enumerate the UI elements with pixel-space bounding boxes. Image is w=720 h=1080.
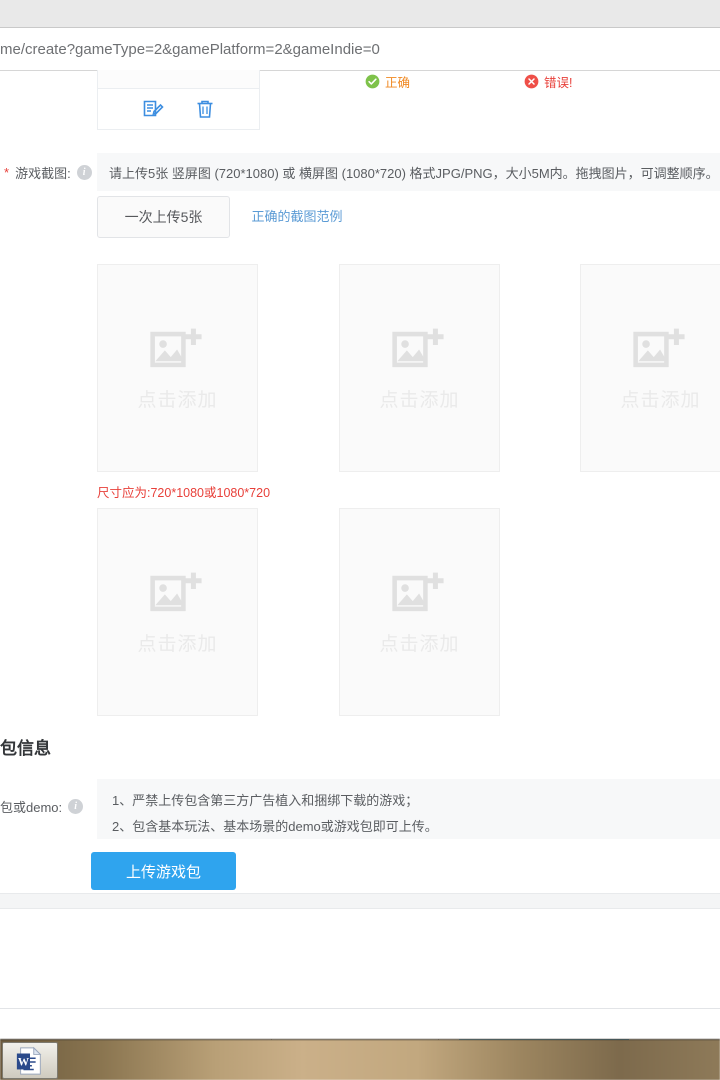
- status-badge-error-label: 错误!: [544, 72, 572, 91]
- svg-text:W: W: [18, 1056, 30, 1068]
- word-document-icon: W: [15, 1046, 45, 1076]
- upload-package-button[interactable]: 上传游戏包: [91, 852, 236, 890]
- screenshot-size-error: 尺寸应为:720*1080或1080*720: [97, 482, 270, 501]
- screenshot-tile-4[interactable]: 点击添加: [97, 508, 258, 716]
- screenshot-hint-text: 请上传5张 竖屏图 (720*1080) 或 横屏图 (1080*720) 格式…: [109, 163, 719, 182]
- info-circle-icon[interactable]: i: [77, 165, 92, 180]
- table-header-strip: [98, 70, 259, 89]
- os-taskbar[interactable]: [0, 1039, 720, 1080]
- package-notes-box: 1、严禁上传包含第三方广告植入和捆绑下载的游戏； 2、包含基本玩法、基本场景的d…: [97, 779, 720, 839]
- screenshot-tile-3-label: 点击添加: [620, 385, 700, 412]
- status-badge-correct-label: 正确: [385, 72, 410, 91]
- page-content: 正确 错误! * 游戏截图: i 请上传5张 竖屏图 (720*1080) 或 …: [0, 71, 720, 1009]
- browser-tab-strip[interactable]: [0, 0, 720, 28]
- taskbar-app-button[interactable]: W: [2, 1042, 58, 1079]
- trash-icon[interactable]: [193, 97, 217, 121]
- add-image-icon: [632, 325, 690, 375]
- check-circle-icon: [365, 74, 380, 89]
- screenshot-field-label: * 游戏截图: i: [4, 153, 92, 191]
- screen: me/create?gameType=2&gamePlatform=2&game…: [0, 0, 720, 1080]
- screenshot-tile-2[interactable]: 点击添加: [339, 264, 500, 472]
- screenshot-upload-toolbar: 一次上传5张 正确的截图范例: [97, 196, 597, 238]
- screenshot-label-text: 游戏截图:: [15, 163, 71, 182]
- desktop-gap: [0, 1009, 720, 1039]
- screenshot-field-row: * 游戏截图: i 请上传5张 竖屏图 (720*1080) 或 横屏图 (10…: [0, 153, 720, 191]
- add-image-icon: [391, 569, 449, 619]
- info-circle-icon[interactable]: i: [68, 799, 83, 814]
- screenshot-tile-5[interactable]: 点击添加: [339, 508, 500, 716]
- add-image-icon: [149, 569, 207, 619]
- address-bar-url: me/create?gameType=2&gamePlatform=2&game…: [0, 41, 380, 58]
- edit-document-icon[interactable]: [141, 97, 165, 121]
- package-label-text: 包或demo:: [0, 797, 62, 816]
- add-image-icon: [391, 325, 449, 375]
- package-section-title: 包信息: [0, 734, 51, 759]
- screenshot-tile-1-label: 点击添加: [137, 385, 217, 412]
- screenshot-hint-box: 请上传5张 竖屏图 (720*1080) 或 横屏图 (1080*720) 格式…: [97, 153, 720, 191]
- required-asterisk: *: [4, 166, 9, 179]
- status-badge-correct: 正确: [365, 72, 410, 91]
- screenshot-tile-4-label: 点击添加: [137, 629, 217, 656]
- footer-separator: [0, 893, 720, 909]
- package-note-1: 1、严禁上传包含第三方广告植入和捆绑下载的游戏；: [112, 788, 720, 814]
- screenshot-tile-2-label: 点击添加: [379, 385, 459, 412]
- table-action-cell: [97, 70, 260, 130]
- table-row: [98, 89, 259, 128]
- browser-address-bar[interactable]: me/create?gameType=2&gamePlatform=2&game…: [0, 29, 720, 71]
- status-badge-error: 错误!: [524, 72, 572, 91]
- package-note-2: 2、包含基本玩法、基本场景的demo或游戏包即可上传。: [112, 814, 720, 840]
- screenshot-tile-1[interactable]: 点击添加: [97, 264, 258, 472]
- add-image-icon: [149, 325, 207, 375]
- screenshot-tile-3[interactable]: 点击添加: [580, 264, 720, 472]
- upload-five-button[interactable]: 一次上传5张: [97, 196, 230, 238]
- sample-screenshot-link[interactable]: 正确的截图范例: [251, 196, 342, 238]
- package-field-label: 包或demo: i: [0, 787, 83, 825]
- error-circle-icon: [524, 74, 539, 89]
- form-footer: 返回 下一步: [0, 909, 720, 1009]
- screenshot-tile-5-label: 点击添加: [379, 629, 459, 656]
